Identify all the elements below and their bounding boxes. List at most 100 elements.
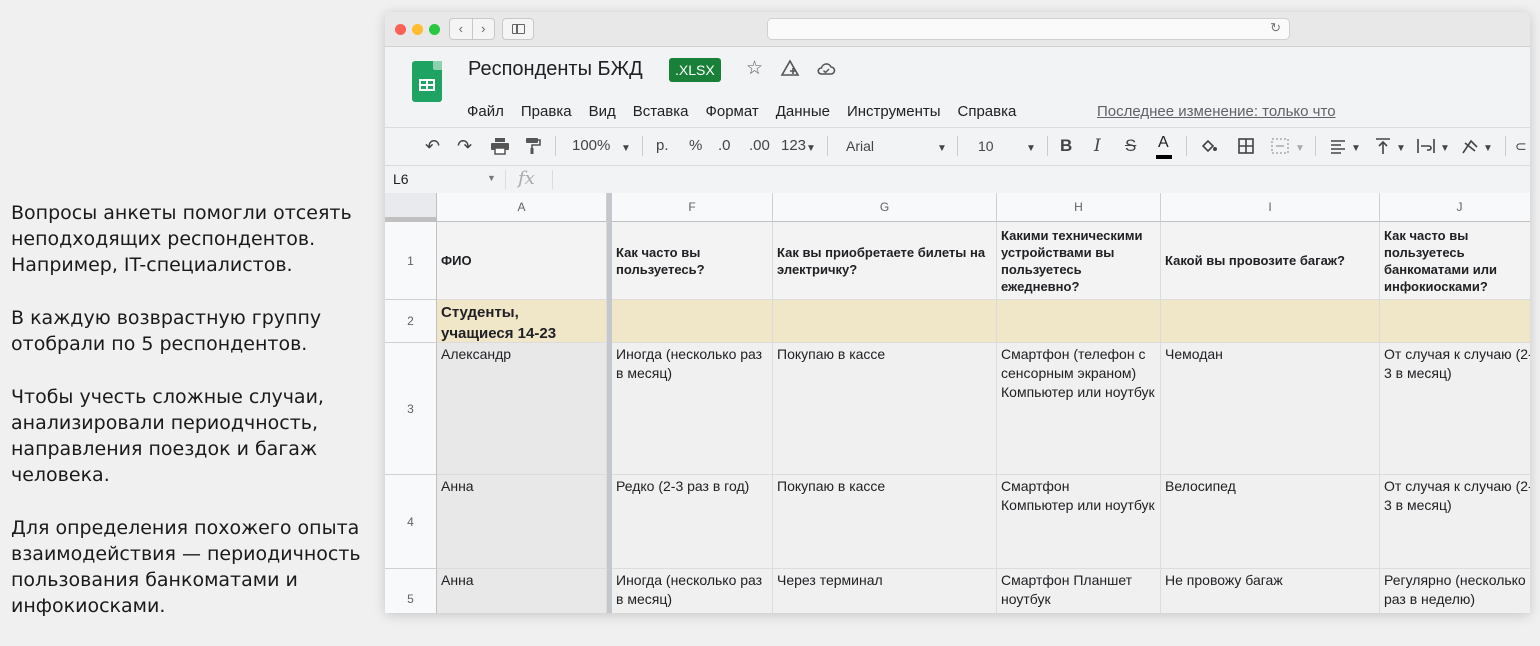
data-cell[interactable]: Через терминал — [773, 569, 997, 613]
row-header-2[interactable]: 2 — [385, 300, 437, 343]
data-cell[interactable]: Покупаю в кассе — [773, 475, 997, 569]
format-currency-button[interactable]: р. — [656, 137, 669, 155]
merge-cells-icon[interactable] — [1270, 137, 1290, 160]
group-row-cell[interactable] — [773, 300, 997, 343]
text-wrap-icon[interactable] — [1416, 137, 1436, 160]
minimize-window-button[interactable] — [412, 24, 423, 35]
wrap-chevron-down-icon[interactable]: ▼ — [1440, 140, 1450, 158]
data-cell[interactable]: Регулярно (несколько раз в неделю) — [1380, 569, 1530, 613]
address-bar[interactable]: ↻ — [767, 18, 1290, 40]
header-cell[interactable]: ФИО — [437, 222, 607, 300]
borders-icon[interactable] — [1237, 137, 1255, 160]
group-row-cell[interactable] — [612, 300, 773, 343]
redo-icon[interactable]: ↷ — [457, 137, 472, 155]
data-cell[interactable]: Иногда (несколько раз в месяц) — [612, 569, 773, 613]
group-row-cell[interactable]: Студенты, учащиеся 14-23 — [437, 300, 607, 343]
name-box-chevron-down-icon[interactable]: ▼ — [487, 173, 496, 183]
paint-format-icon[interactable] — [524, 137, 542, 160]
data-cell[interactable]: От случая к случаю (2-3 в месяц) — [1380, 343, 1530, 475]
column-header-f[interactable]: F — [612, 193, 773, 222]
menu-file[interactable]: Файл — [467, 103, 504, 120]
valign-chevron-down-icon[interactable]: ▼ — [1396, 140, 1406, 158]
data-cell[interactable]: Смартфон Планшет ноутбук — [997, 569, 1161, 613]
row-header-5[interactable]: 5 — [385, 569, 437, 613]
document-title[interactable]: Респонденты БЖД — [468, 58, 643, 81]
column-header-j[interactable]: J — [1380, 193, 1530, 222]
select-all-corner[interactable] — [385, 193, 437, 222]
data-cell[interactable]: Анна — [437, 569, 607, 613]
italic-button[interactable]: I — [1094, 137, 1101, 155]
sheets-logo-icon[interactable] — [412, 61, 442, 102]
menu-view[interactable]: Вид — [589, 103, 616, 120]
strikethrough-button[interactable]: S — [1125, 137, 1136, 155]
text-rotation-icon[interactable] — [1461, 137, 1481, 160]
header-cell[interactable]: Как часто вы пользуетесь? — [612, 222, 773, 300]
sidebar-toggle-icon[interactable] — [502, 18, 534, 40]
more-tools-icon[interactable]: ⊂ — [1515, 137, 1527, 155]
header-cell[interactable]: Какими техническими устройствами вы поль… — [997, 222, 1161, 300]
data-cell[interactable]: Чемодан — [1161, 343, 1380, 475]
data-cell[interactable]: Смартфон Компьютер или ноутбук — [997, 475, 1161, 569]
row-header-1[interactable]: 1 — [385, 222, 437, 300]
reload-icon[interactable]: ↻ — [1270, 20, 1281, 36]
font-chevron-down-icon[interactable]: ▼ — [937, 140, 947, 158]
name-box[interactable]: L6 — [393, 171, 409, 187]
decrease-decimal-button[interactable]: .0 — [718, 137, 731, 155]
fill-color-icon[interactable] — [1200, 137, 1218, 160]
undo-icon[interactable]: ↶ — [425, 137, 440, 155]
column-header-a[interactable]: A — [437, 193, 607, 222]
data-cell[interactable]: Александр — [437, 343, 607, 475]
align-chevron-down-icon[interactable]: ▼ — [1351, 140, 1361, 158]
data-cell[interactable]: Редко (2-3 раз в год) — [612, 475, 773, 569]
rotation-chevron-down-icon[interactable]: ▼ — [1483, 140, 1493, 158]
data-cell[interactable]: Покупаю в кассе — [773, 343, 997, 475]
row-header-3[interactable]: 3 — [385, 343, 437, 475]
menu-insert[interactable]: Вставка — [633, 103, 689, 120]
close-window-button[interactable] — [395, 24, 406, 35]
data-cell[interactable]: Не провожу багаж — [1161, 569, 1380, 613]
menu-data[interactable]: Данные — [776, 103, 830, 120]
data-cell[interactable]: Анна — [437, 475, 607, 569]
align-left-icon[interactable] — [1329, 137, 1347, 160]
header-cell[interactable]: Как вы приобретаете билеты на электричку… — [773, 222, 997, 300]
group-row-cell[interactable] — [997, 300, 1161, 343]
font-select[interactable]: Arial — [846, 137, 874, 155]
frozen-column-divider[interactable] — [607, 193, 612, 613]
data-cell[interactable]: Смартфон (телефон с сенсорным экраном) К… — [997, 343, 1161, 475]
format-percent-button[interactable]: % — [689, 137, 702, 155]
column-header-i[interactable]: I — [1161, 193, 1380, 222]
print-icon[interactable] — [490, 137, 510, 160]
forward-icon[interactable]: › — [473, 19, 495, 39]
menu-format[interactable]: Формат — [705, 103, 758, 120]
column-header-g[interactable]: G — [773, 193, 997, 222]
merge-chevron-down-icon[interactable]: ▼ — [1295, 140, 1305, 158]
zoom-select[interactable]: 100% — [572, 137, 610, 155]
menu-edit[interactable]: Правка — [521, 103, 572, 120]
data-cell[interactable]: Иногда (несколько раз в месяц) — [612, 343, 773, 475]
back-icon[interactable]: ‹ — [450, 19, 473, 39]
cloud-status-icon[interactable] — [816, 59, 836, 84]
data-cell[interactable]: Велосипед — [1161, 475, 1380, 569]
column-header-h[interactable]: H — [997, 193, 1161, 222]
row-header-4[interactable]: 4 — [385, 475, 437, 569]
menu-tools[interactable]: Инструменты — [847, 103, 941, 120]
last-edit-link[interactable]: Последнее изменение: только что — [1097, 103, 1336, 120]
move-to-drive-icon[interactable] — [780, 59, 800, 84]
header-cell[interactable]: Какой вы провозите багаж? — [1161, 222, 1380, 300]
header-cell[interactable]: Как часто вы пользуетесь банкоматами или… — [1380, 222, 1530, 300]
text-color-button[interactable]: A — [1156, 134, 1172, 159]
formats-chevron-down-icon[interactable]: ▼ — [806, 140, 816, 158]
group-row-cell[interactable] — [1161, 300, 1380, 343]
maximize-window-button[interactable] — [429, 24, 440, 35]
zoom-chevron-down-icon[interactable]: ▼ — [621, 140, 631, 158]
menu-help[interactable]: Справка — [958, 103, 1017, 120]
font-size-select[interactable]: 10 — [978, 137, 994, 155]
increase-decimal-button[interactable]: .00 — [749, 137, 770, 155]
star-icon[interactable]: ☆ — [746, 59, 763, 79]
group-row-cell[interactable] — [1380, 300, 1530, 343]
more-formats-button[interactable]: 123 — [781, 137, 806, 155]
vertical-align-icon[interactable] — [1374, 137, 1392, 160]
font-size-chevron-down-icon[interactable]: ▼ — [1026, 140, 1036, 158]
data-cell[interactable]: От случая к случаю (2-3 в месяц) — [1380, 475, 1530, 569]
bold-button[interactable]: B — [1060, 137, 1072, 155]
